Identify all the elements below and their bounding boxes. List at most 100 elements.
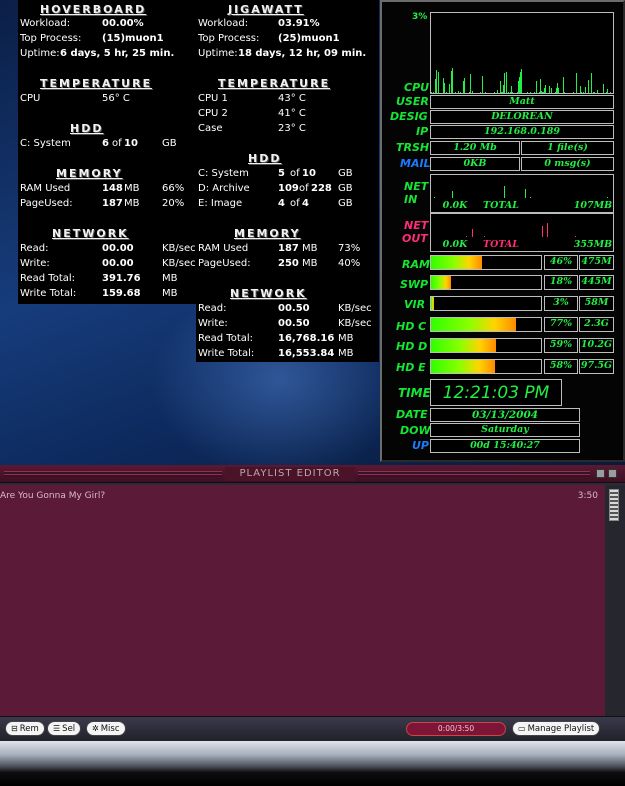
trash-size-field[interactable]: 1.20 Mb — [430, 141, 520, 155]
net-writetotal-unit: MB — [162, 288, 178, 299]
page-label: PageUsed: — [20, 198, 73, 209]
activity-spike — [534, 92, 535, 93]
desig-value: DELOREAN — [491, 111, 553, 122]
activity-spike — [520, 72, 521, 93]
top-process-value: (15)muon1 — [102, 33, 164, 44]
playlist-scrollbar[interactable] — [605, 485, 625, 716]
mail-msgs: 0 msg(s) — [544, 158, 591, 169]
workload-label: Workload: — [198, 18, 249, 29]
memory-heading: MEMORY — [56, 167, 123, 180]
ram-meter-pct-cell: 46% — [544, 255, 578, 270]
uptime-value: 18 days, 12 hr, 09 min. — [238, 48, 367, 59]
activity-spike — [480, 92, 481, 93]
activity-spike — [541, 91, 542, 93]
activity-spike — [610, 92, 611, 93]
activity-spike — [591, 73, 592, 93]
ram-meter-size-cell: 475M — [579, 255, 614, 270]
hdc-meter-label: HD C — [396, 320, 427, 333]
select-button[interactable]: ☰ Sel — [47, 721, 82, 736]
activity-spike — [573, 92, 574, 93]
activity-spike — [607, 89, 608, 93]
page-label: PageUsed: — [198, 258, 251, 269]
hdd-c-used: 5 — [278, 168, 285, 179]
playlist-list[interactable]: Are You Gonna My Girl? 3:50 — [0, 485, 605, 716]
temp-cpu2-value: 41° C — [278, 108, 306, 119]
net-in-label-1: NET — [404, 180, 429, 193]
hdd-c-total: 10 — [302, 168, 316, 179]
net-read-value: 00.00 — [102, 243, 134, 254]
mail-msgs-field[interactable]: 0 msg(s) — [521, 157, 614, 171]
activity-spike — [443, 78, 444, 93]
page-pct: 40% — [338, 258, 361, 269]
net-out-rate: 0.0K — [442, 239, 468, 250]
activity-spike — [549, 86, 550, 93]
swp-meter-pct-cell: 18% — [544, 275, 578, 290]
ram-unit: MB — [124, 183, 140, 194]
hdd-meter-fill — [431, 339, 496, 352]
hdc-meter-size: 2.3G — [584, 318, 609, 329]
ram-meter-bar — [430, 255, 542, 270]
hdd-total: 10 — [124, 138, 138, 149]
vir-meter-pct-cell: 3% — [544, 296, 578, 311]
memory-heading: MEMORY — [234, 227, 301, 240]
vir-meter-label: VIR — [404, 298, 426, 311]
activity-spike — [607, 197, 608, 198]
net-in-label-2: IN — [404, 193, 418, 206]
scrollbar-thumb[interactable] — [609, 489, 619, 521]
manage-playlist-button[interactable]: ▭ Manage Playlist — [512, 721, 601, 736]
activity-spike — [435, 79, 436, 93]
date-label: DATE — [396, 408, 428, 421]
uptime-label: Uptime: — [20, 48, 60, 59]
cpu-graph — [430, 12, 614, 94]
hde-meter-fill — [431, 360, 495, 373]
hdc-meter-fill — [431, 318, 516, 331]
net-read-unit: KB/sec — [162, 243, 196, 254]
activity-spike — [501, 92, 502, 93]
playlist-titlebar[interactable]: PLAYLIST EDITOR — [0, 465, 625, 483]
activity-spike — [460, 92, 461, 93]
manage-playlist-label: Manage Playlist — [527, 724, 595, 734]
time-display: 0:00/3:50 — [406, 722, 506, 736]
vir-meter-bar — [430, 296, 542, 311]
activity-spike — [551, 88, 552, 93]
activity-spike — [472, 229, 473, 237]
net-read-unit: KB/sec — [338, 303, 372, 314]
close-button[interactable] — [608, 469, 617, 478]
activity-spike — [525, 189, 526, 198]
desig-label: DESIG — [390, 110, 428, 123]
hdd-c-of: of — [290, 168, 300, 179]
activity-spike — [581, 92, 582, 93]
up-field: 00d 15:40:27 — [430, 439, 580, 453]
desig-field: DELOREAN — [430, 110, 614, 124]
activity-spike — [470, 74, 471, 93]
shade-button[interactable] — [596, 469, 605, 478]
trash-files-field[interactable]: 1 file(s) — [521, 141, 614, 155]
ram-meter-fill — [431, 256, 482, 269]
remove-button[interactable]: ⊟ Rem — [5, 721, 45, 736]
hde-meter-pct-cell: 58% — [544, 359, 578, 374]
net-write-label: Write: — [198, 318, 228, 329]
net-write-unit: KB/sec — [338, 318, 372, 329]
hdd-meter-pct-cell: 59% — [544, 338, 578, 353]
temperature-heading: TEMPERATURE — [40, 77, 153, 90]
temp-cpu2-label: CPU 2 — [198, 108, 228, 119]
hdd-c-unit: GB — [338, 168, 353, 179]
hdd-e-of: of — [290, 198, 300, 209]
activity-spike — [436, 92, 437, 93]
hdd-d-unit: GB — [338, 183, 353, 194]
activity-spike — [585, 87, 586, 93]
date-value: 03/13/2004 — [471, 409, 539, 421]
uptime-label: Uptime: — [198, 48, 238, 59]
activity-spike — [446, 92, 447, 93]
net-readtotal-value: 16,768.16 — [278, 333, 335, 344]
net-write-value: 00.50 — [278, 318, 310, 329]
time-display: 12:21:03 PM — [430, 379, 562, 406]
misc-button[interactable]: ✲ Misc — [86, 721, 126, 736]
temp-cpu1-value: 43° C — [278, 93, 306, 104]
up-value: 00d 15:40:27 — [470, 440, 540, 451]
user-label: USER — [396, 95, 429, 108]
activity-spike — [433, 92, 434, 93]
cpu-percent: 3% — [412, 12, 428, 22]
activity-spike — [455, 92, 456, 93]
mail-size-field[interactable]: 0KB — [430, 157, 520, 171]
